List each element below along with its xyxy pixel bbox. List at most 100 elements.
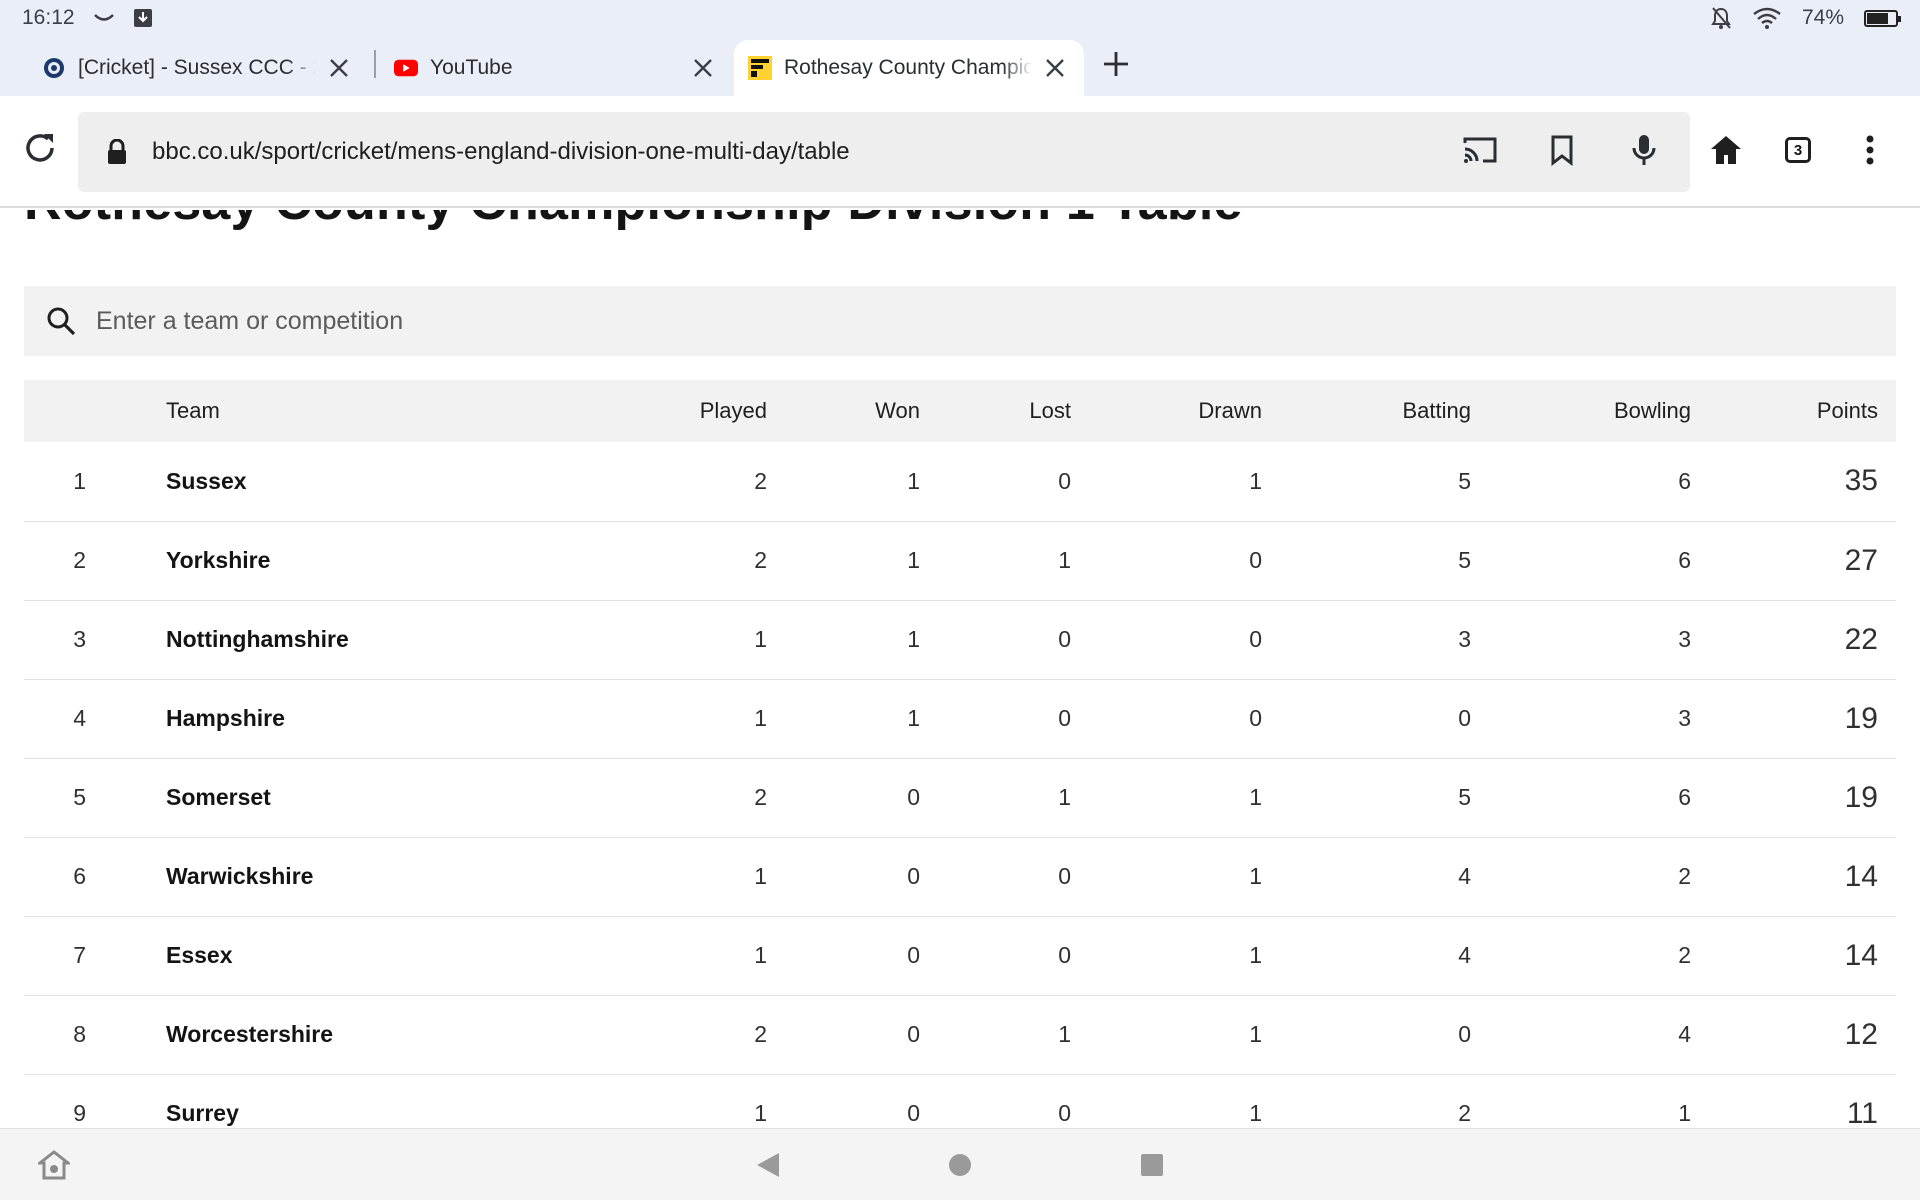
points: 19 (1844, 780, 1878, 814)
table-row: 5 Somerset 2 0 1 1 5 6 19 (24, 758, 1896, 837)
column-header-points: Points (1816, 398, 1878, 423)
table-row: 7 Essex 1 0 0 1 4 2 14 (24, 916, 1896, 995)
bookmark-icon[interactable] (1542, 130, 1582, 170)
search-bar[interactable] (24, 286, 1896, 356)
back-icon[interactable] (750, 1147, 786, 1183)
batting: 0 (1458, 1021, 1471, 1047)
lost: 0 (1058, 942, 1071, 968)
points: 12 (1844, 1017, 1878, 1051)
more-menu-icon[interactable] (1848, 128, 1892, 172)
close-tab-icon[interactable] (1040, 53, 1070, 83)
lock-icon[interactable] (106, 138, 128, 165)
team-name[interactable]: Hampshire (86, 679, 522, 758)
tab-youtube[interactable]: YouTube (380, 40, 732, 96)
battery-icon (1864, 9, 1901, 27)
table-row: 6 Warwickshire 1 0 0 1 4 2 14 (24, 837, 1896, 916)
microphone-icon[interactable] (1624, 130, 1664, 170)
team-name[interactable]: Surrey (86, 1074, 522, 1128)
bowling: 2 (1678, 863, 1691, 889)
close-tab-icon[interactable] (324, 53, 354, 83)
youtube-favicon (394, 56, 418, 80)
column-header-played: Played (699, 398, 767, 423)
table-row: 4 Hampshire 1 1 0 0 0 3 19 (24, 679, 1896, 758)
battery-percent: 74% (1801, 6, 1844, 29)
bowling: 1 (1678, 1100, 1691, 1126)
url-text[interactable]: bbc.co.uk/sport/cricket/mens-england-div… (152, 138, 850, 166)
batting: 4 (1458, 863, 1471, 889)
new-tab-button[interactable] (1098, 46, 1134, 82)
bowling: 3 (1678, 705, 1691, 731)
browser-toolbar: bbc.co.uk/sport/cricket/mens-england-div… (0, 96, 1920, 208)
column-header-team: Team (166, 398, 220, 423)
points: 19 (1844, 701, 1878, 735)
won: 1 (907, 467, 920, 494)
home-nav-icon[interactable] (942, 1147, 978, 1183)
column-header-position (24, 380, 86, 442)
won: 1 (907, 547, 920, 573)
team-name[interactable]: Yorkshire (86, 521, 522, 600)
reload-button[interactable] (22, 130, 62, 170)
page-content: Rothesay County Championship Division 1 … (0, 210, 1920, 1128)
points: 27 (1844, 543, 1878, 577)
won: 0 (907, 1021, 920, 1047)
team-name[interactable]: Worcestershire (86, 995, 522, 1074)
lost: 1 (1058, 547, 1071, 573)
column-header-lost: Lost (1029, 398, 1071, 423)
search-input[interactable] (96, 306, 1796, 336)
drawn: 1 (1249, 1100, 1262, 1126)
table-header-row: Team Played Won Lost Drawn Batting Bowli… (24, 380, 1896, 442)
team-name[interactable]: Sussex (86, 442, 522, 521)
tab-title: [Cricket] - Sussex CCC - 202 (78, 56, 316, 79)
points: 35 (1844, 464, 1878, 498)
system-navigation-bar (0, 1128, 1920, 1200)
launcher-icon[interactable] (36, 1147, 72, 1183)
position: 9 (73, 1100, 86, 1126)
batting: 4 (1458, 942, 1471, 968)
played: 2 (754, 784, 767, 810)
column-header-drawn: Drawn (1198, 398, 1262, 423)
tab-switcher-button[interactable]: 3 (1776, 128, 1820, 172)
drawn: 1 (1249, 863, 1262, 889)
tab-sussex[interactable]: [Cricket] - Sussex CCC - 202 (28, 40, 368, 96)
column-header-batting: Batting (1402, 398, 1472, 423)
played: 1 (754, 942, 767, 968)
team-name[interactable]: Nottinghamshire (86, 600, 522, 679)
home-icon[interactable] (1704, 128, 1748, 172)
drawn: 1 (1249, 467, 1262, 494)
bowling: 3 (1678, 626, 1691, 652)
position: 2 (73, 547, 86, 573)
lost: 0 (1058, 1100, 1071, 1126)
batting: 5 (1458, 467, 1471, 494)
points: 14 (1844, 938, 1878, 972)
won: 0 (907, 942, 920, 968)
cast-icon[interactable] (1460, 130, 1500, 170)
position: 3 (73, 626, 86, 652)
tab-separator (374, 50, 376, 78)
close-tab-icon[interactable] (688, 53, 718, 83)
played: 2 (754, 547, 767, 573)
won: 0 (907, 784, 920, 810)
team-name[interactable]: Warwickshire (86, 837, 522, 916)
drawn: 0 (1249, 705, 1262, 731)
team-name[interactable]: Somerset (86, 758, 522, 837)
lost: 0 (1058, 863, 1071, 889)
batting: 3 (1458, 626, 1471, 652)
won: 0 (907, 863, 920, 889)
tab-title: Rothesay County Championship Division 1 … (784, 56, 1032, 79)
search-icon (46, 306, 76, 336)
address-bar[interactable]: bbc.co.uk/sport/cricket/mens-england-div… (78, 112, 1690, 192)
position: 8 (73, 1021, 86, 1047)
bbc-sport-favicon (748, 56, 772, 80)
points: 11 (1846, 1096, 1878, 1129)
team-name[interactable]: Essex (86, 916, 522, 995)
standings-table: Team Played Won Lost Drawn Batting Bowli… (24, 380, 1896, 1128)
lost: 1 (1058, 1021, 1071, 1047)
table-row: 8 Worcestershire 2 0 1 1 0 4 12 (24, 995, 1896, 1074)
sussex-favicon (42, 56, 66, 80)
recents-icon[interactable] (1134, 1147, 1170, 1183)
played: 2 (754, 467, 767, 494)
won: 1 (907, 705, 920, 731)
clock: 16:12 (22, 6, 75, 29)
tab-bbc-sport[interactable]: Rothesay County Championship Division 1 … (734, 40, 1084, 96)
points: 14 (1844, 859, 1878, 893)
